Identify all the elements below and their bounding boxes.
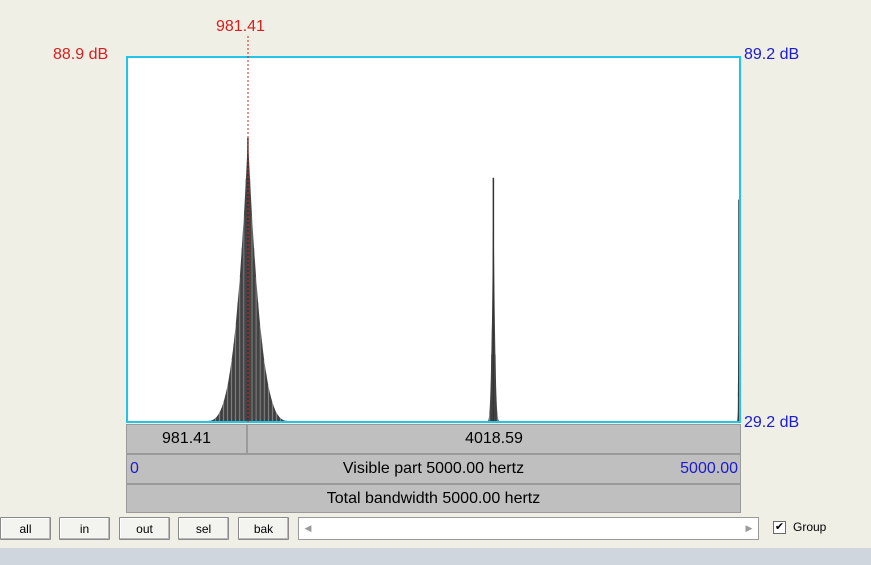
selection-width-value[interactable]: 4018.59 bbox=[247, 424, 741, 454]
zoom-back-button[interactable]: bak bbox=[238, 517, 289, 540]
spectrum-plot-area[interactable] bbox=[126, 56, 741, 423]
visible-part-bar[interactable]: 0 Visible part 5000.00 hertz 5000.00 bbox=[126, 454, 741, 484]
left-top-db-label: 88.9 dB bbox=[53, 46, 109, 63]
right-bottom-db-label: 29.2 dB bbox=[744, 414, 800, 431]
cursor-line bbox=[247, 36, 249, 424]
visible-part-label: Visible part 5000.00 hertz bbox=[342, 460, 525, 477]
checkmark-icon: ✔ bbox=[774, 521, 785, 533]
scroll-left-arrow-icon[interactable]: ◀ bbox=[299, 518, 317, 539]
zoom-in-button[interactable]: in bbox=[59, 517, 110, 540]
spectrum-peak bbox=[736, 199, 739, 421]
visible-start-value: 0 bbox=[130, 460, 139, 477]
zoom-all-button[interactable]: all bbox=[0, 517, 51, 540]
right-top-db-label: 89.2 dB bbox=[744, 46, 800, 63]
cursor-frequency-label: 981.41 bbox=[216, 18, 265, 35]
scrollbar-thumb[interactable] bbox=[319, 520, 739, 537]
total-bandwidth-bar[interactable]: Total bandwidth 5000.00 hertz bbox=[126, 484, 741, 513]
scroll-right-arrow-icon[interactable]: ▶ bbox=[740, 518, 758, 539]
window-bottom-edge bbox=[0, 548, 871, 565]
horizontal-scrollbar[interactable]: ◀ ▶ bbox=[298, 517, 759, 540]
spectrum-peak bbox=[487, 177, 500, 421]
zoom-out-button[interactable]: out bbox=[119, 517, 170, 540]
selection-start-value[interactable]: 981.41 bbox=[126, 424, 247, 454]
spectrum-graph bbox=[205, 137, 739, 421]
group-label: Group bbox=[793, 520, 827, 534]
visible-end-value: 5000.00 bbox=[680, 460, 738, 477]
zoom-selection-button[interactable]: sel bbox=[178, 517, 229, 540]
group-checkbox[interactable]: ✔ bbox=[773, 521, 786, 534]
